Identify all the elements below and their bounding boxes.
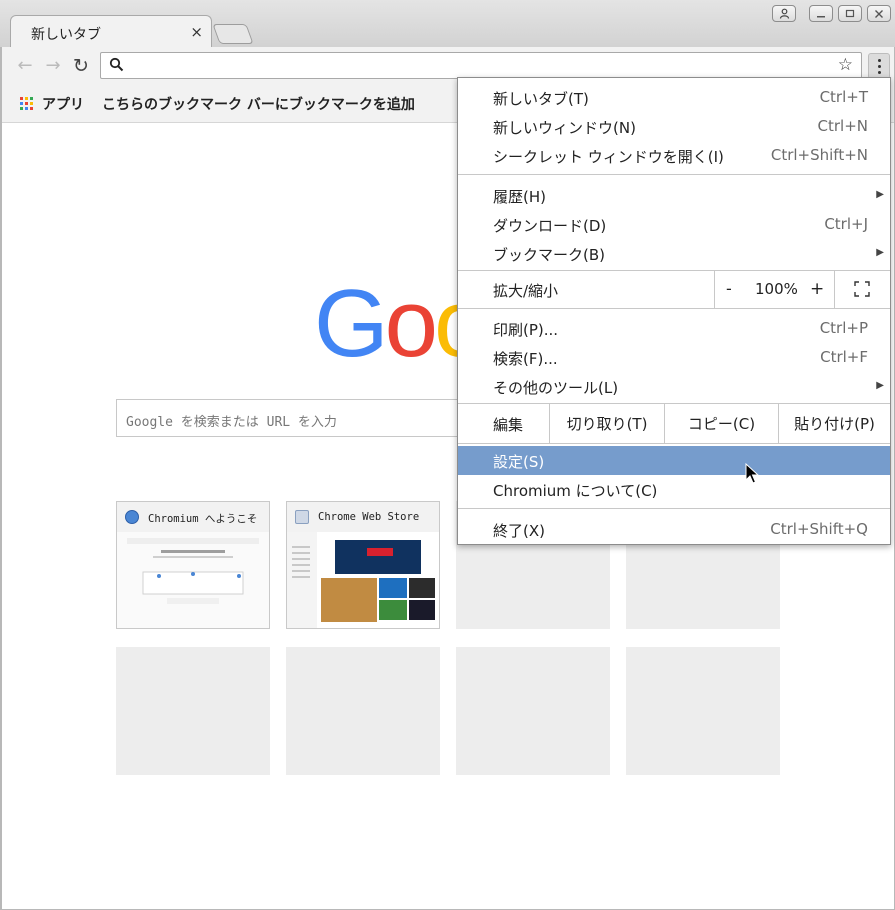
menu-item-label: その他のツール(L) xyxy=(493,379,619,397)
submenu-arrow-icon: ▶ xyxy=(876,247,884,258)
menu-item-settings[interactable]: 設定(S) xyxy=(458,446,890,475)
cut-button[interactable]: 切り取り(T) xyxy=(549,403,664,443)
menu-item-label: 終了(X) xyxy=(493,522,545,540)
tile-header: Chromium へようこそ xyxy=(117,502,269,532)
menu-item-label: シークレット ウィンドウを開く(I) xyxy=(493,148,724,166)
chrome-menu: 新しいタブ(T) Ctrl+T 新しいウィンドウ(N) Ctrl+N シークレッ… xyxy=(457,77,891,545)
profile-icon[interactable] xyxy=(772,5,796,22)
menu-item-history[interactable]: 履歴(H) ▶ xyxy=(458,181,890,210)
menu-separator xyxy=(458,508,890,509)
chromium-icon xyxy=(125,510,139,524)
tile-title: Chrome Web Store xyxy=(318,511,420,523)
menu-separator xyxy=(458,443,890,444)
menu-item-shortcut: Ctrl+Shift+N xyxy=(770,146,868,164)
logo-letter: o xyxy=(384,270,438,377)
menu-item-label: Chromium について(C) xyxy=(493,482,658,500)
menu-item-label: 新しいタブ(T) xyxy=(493,90,589,108)
menu-kebab-icon[interactable] xyxy=(868,53,890,79)
tile-title: Chromium へようこそ xyxy=(148,513,258,525)
menu-item-label: ブックマーク(B) xyxy=(493,246,605,264)
logo-letter: G xyxy=(314,270,389,377)
paste-button[interactable]: 貼り付け(P) xyxy=(778,403,890,443)
menu-item-new-window[interactable]: 新しいウィンドウ(N) Ctrl+N xyxy=(458,112,890,141)
tile-chromium-welcome[interactable]: Chromium へようこそ xyxy=(116,501,270,629)
menu-item-label: 検索(F)... xyxy=(493,350,558,368)
minimize-icon[interactable] xyxy=(809,5,833,22)
maximize-icon[interactable] xyxy=(838,5,862,22)
web-store-icon xyxy=(295,510,309,524)
menu-item-shortcut: Ctrl+T xyxy=(819,88,868,106)
tile-chrome-web-store[interactable]: Chrome Web Store xyxy=(286,501,440,629)
menu-item-shortcut: Ctrl+P xyxy=(819,319,868,337)
menu-item-shortcut: Ctrl+J xyxy=(824,215,868,233)
menu-item-find[interactable]: 検索(F)... Ctrl+F xyxy=(458,343,890,372)
menu-item-incognito[interactable]: シークレット ウィンドウを開く(I) Ctrl+Shift+N xyxy=(458,141,890,170)
menu-item-label: 新しいウィンドウ(N) xyxy=(493,119,636,137)
menu-item-label: 印刷(P)... xyxy=(493,321,559,339)
star-icon[interactable]: ☆ xyxy=(838,55,853,75)
apps-grid-icon[interactable] xyxy=(20,97,33,110)
tab-title: 新しいタブ xyxy=(31,27,101,43)
zoom-in-button[interactable]: + xyxy=(810,279,824,299)
search-icon xyxy=(109,57,124,72)
tile-header: Chrome Web Store xyxy=(287,502,439,532)
tab-strip: 新しいタブ × xyxy=(0,0,895,47)
menu-item-new-tab[interactable]: 新しいタブ(T) Ctrl+T xyxy=(458,83,890,112)
address-bar[interactable]: ☆ xyxy=(100,52,862,79)
menu-edit-row: 編集 切り取り(T) コピー(C) 貼り付け(P) xyxy=(458,403,890,443)
back-arrow-icon[interactable]: ← xyxy=(14,55,36,77)
zoom-label: 拡大/縮小 xyxy=(493,282,559,300)
window-controls xyxy=(772,5,891,22)
menu-item-bookmarks[interactable]: ブックマーク(B) ▶ xyxy=(458,239,890,268)
menu-item-exit[interactable]: 終了(X) Ctrl+Shift+Q xyxy=(458,515,890,544)
menu-separator xyxy=(458,308,890,309)
menu-item-about[interactable]: Chromium について(C) xyxy=(458,475,890,504)
apps-shortcut[interactable]: アプリ xyxy=(42,94,84,114)
menu-item-label: 設定(S) xyxy=(493,453,545,471)
menu-item-label: ダウンロード(D) xyxy=(493,217,607,235)
tile-empty xyxy=(456,647,610,775)
menu-item-shortcut: Ctrl+Shift+Q xyxy=(770,520,868,538)
tile-thumbnail xyxy=(287,532,439,628)
menu-item-shortcut: Ctrl+F xyxy=(820,348,868,366)
zoom-level: 100% xyxy=(755,280,798,298)
menu-item-more-tools[interactable]: その他のツール(L) ▶ xyxy=(458,372,890,401)
copy-button[interactable]: コピー(C) xyxy=(664,403,778,443)
tile-empty xyxy=(286,647,440,775)
tile-thumbnail xyxy=(117,532,269,628)
menu-item-downloads[interactable]: ダウンロード(D) Ctrl+J xyxy=(458,210,890,239)
edit-label: 編集 xyxy=(493,416,524,434)
mouse-cursor-icon xyxy=(745,463,759,484)
fullscreen-icon xyxy=(854,281,870,297)
tile-empty xyxy=(116,647,270,775)
menu-item-label: 履歴(H) xyxy=(493,188,546,206)
menu-item-shortcut: Ctrl+N xyxy=(817,117,868,135)
menu-item-print[interactable]: 印刷(P)... Ctrl+P xyxy=(458,314,890,343)
forward-arrow-icon[interactable]: → xyxy=(42,55,64,77)
submenu-arrow-icon: ▶ xyxy=(876,380,884,391)
tile-empty xyxy=(626,647,780,775)
menu-zoom-row: 拡大/縮小 - 100% + xyxy=(458,270,890,308)
tab-close-icon[interactable]: × xyxy=(190,23,203,41)
new-tab-button[interactable] xyxy=(212,24,254,44)
menu-separator xyxy=(458,174,890,175)
reload-icon[interactable]: ↻ xyxy=(70,55,92,77)
close-window-icon[interactable] xyxy=(867,5,891,22)
bookmarks-hint: こちらのブックマーク バーにブックマークを追加 xyxy=(102,97,415,113)
tab-new-tab[interactable]: 新しいタブ × xyxy=(10,15,212,47)
search-placeholder: Google を検索または URL を入力 xyxy=(126,415,337,430)
submenu-arrow-icon: ▶ xyxy=(876,189,884,200)
zoom-out-button[interactable]: - xyxy=(726,279,732,298)
